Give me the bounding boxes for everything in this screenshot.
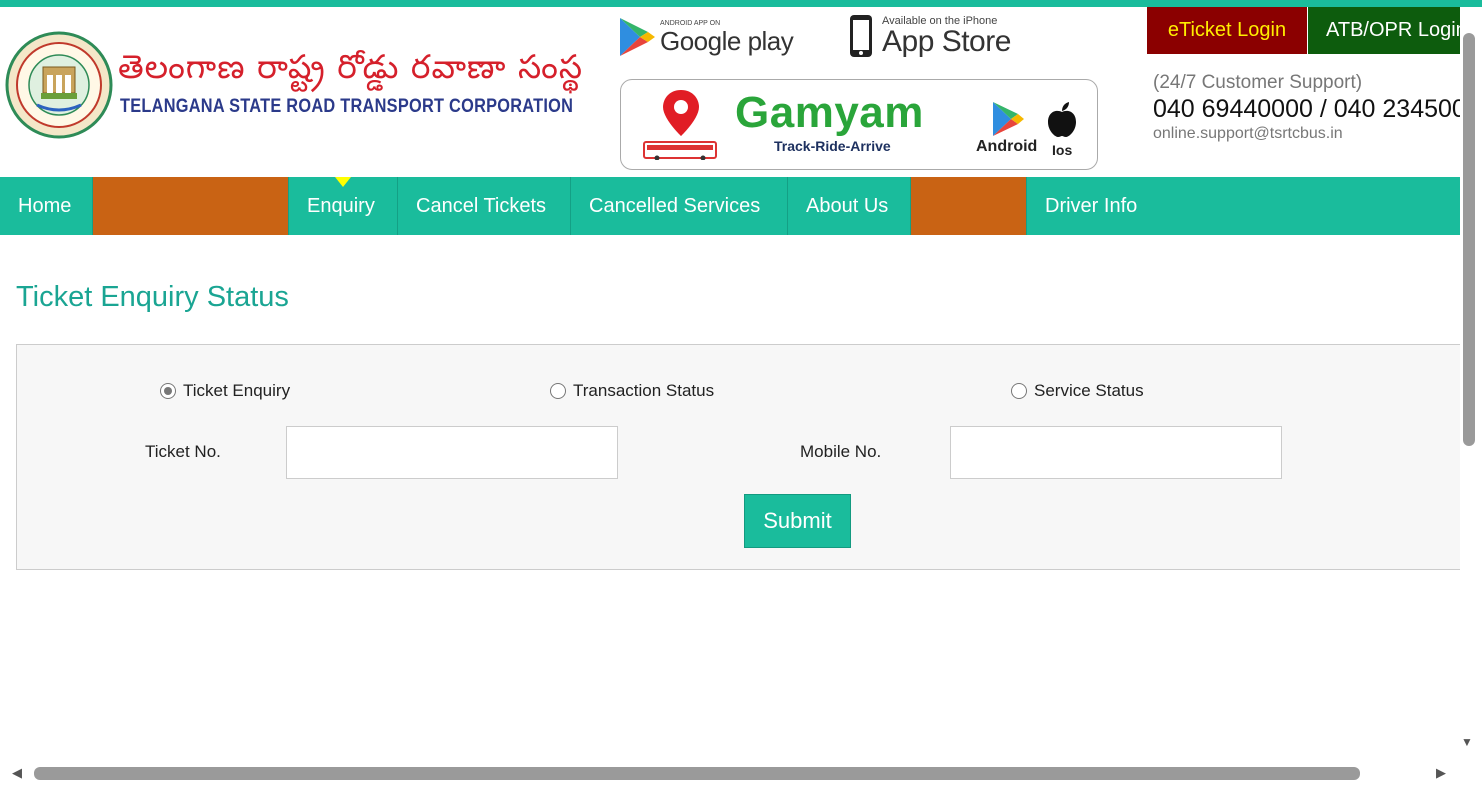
enquiry-form: Ticket Enquiry Transaction Status Servic… [16, 344, 1460, 570]
app-store-text: App Store [882, 25, 1011, 58]
scroll-down-icon[interactable]: ▼ [1461, 735, 1473, 749]
google-play-badge[interactable]: ANDROID APP ON Google play [618, 15, 794, 59]
google-play-text: Google play [660, 26, 794, 56]
nav-item-blank-1[interactable] [93, 177, 289, 235]
gamyam-banner[interactable]: Gamyam Track-Ride-Arrive Android Ios [620, 79, 1098, 170]
mobile-no-input[interactable] [950, 426, 1282, 479]
play-store-icon [993, 102, 1024, 136]
apple-icon [1048, 102, 1076, 137]
radio-ticket-enquiry-label: Ticket Enquiry [183, 381, 291, 400]
main-nav: Home Enquiry Cancel Tickets Cancelled Se… [0, 177, 1460, 235]
submit-button[interactable]: Submit [744, 494, 851, 548]
nav-enquiry[interactable]: Enquiry [289, 177, 398, 235]
nav-home[interactable]: Home [0, 177, 93, 235]
radio-unchecked-icon[interactable] [1011, 383, 1027, 399]
mobile-no-label: Mobile No. [800, 442, 882, 461]
gamyam-ios-label: Ios [1052, 142, 1073, 158]
nav-about-us[interactable]: About Us [788, 177, 911, 235]
nav-driver-info[interactable]: Driver Info [1027, 177, 1167, 235]
horizontal-scrollbar[interactable]: ◀ ▶ [0, 762, 1482, 785]
google-play-icon [620, 18, 655, 56]
gamyam-tagline: Track-Ride-Arrive [774, 138, 891, 154]
nav-cancelled-services[interactable]: Cancelled Services [571, 177, 788, 235]
radio-service-status[interactable]: Service Status [1011, 381, 1144, 401]
tsrtc-logo[interactable] [5, 31, 113, 139]
horizontal-scroll-thumb[interactable] [34, 767, 1360, 780]
ticket-no-label: Ticket No. [145, 442, 221, 461]
radio-ticket-enquiry[interactable]: Ticket Enquiry [160, 381, 290, 401]
support-phone: 040 69440000 / 040 23450033 [1153, 95, 1460, 123]
page-title: Ticket Enquiry Status [16, 281, 289, 313]
iphone-icon [850, 15, 872, 57]
nav-item-blank-2[interactable] [911, 177, 1027, 235]
radio-transaction-status-label: Transaction Status [573, 381, 715, 400]
gamyam-android-label: Android [976, 138, 1038, 155]
vertical-scrollbar[interactable]: ▲ ▼ [1460, 7, 1482, 762]
site-header: తెలంగాణ రాష్ట్ర రోడ్డు రవాణా సంస్థ TELAN… [0, 7, 1460, 177]
scroll-right-icon[interactable]: ▶ [1436, 765, 1446, 781]
org-name-english: TELANGANA STATE ROAD TRANSPORT CORPORATI… [120, 96, 574, 117]
atb-opr-login-button[interactable]: ATB/OPR Login [1308, 7, 1460, 54]
org-name-telugu: తెలంగాణ రాష్ట్ర రోడ్డు రవాణా సంస్థ [118, 47, 584, 86]
radio-checked-icon[interactable] [160, 383, 176, 399]
support-email[interactable]: online.support@tsrtcbus.in [1153, 125, 1343, 143]
customer-support-label: (24/7 Customer Support) [1153, 72, 1363, 93]
ticket-no-input[interactable] [286, 426, 618, 479]
radio-transaction-status[interactable]: Transaction Status [550, 381, 714, 401]
radio-unchecked-icon[interactable] [550, 383, 566, 399]
eticket-login-button[interactable]: eTicket Login [1147, 7, 1307, 54]
top-accent-bar [0, 0, 1482, 7]
radio-service-status-label: Service Status [1034, 381, 1144, 400]
app-store-badge[interactable]: Available on the iPhone App Store [848, 12, 1011, 60]
scroll-left-icon[interactable]: ◀ [12, 765, 22, 781]
gamyam-title: Gamyam [735, 88, 924, 137]
location-bus-icon [643, 90, 717, 160]
nav-cancel-tickets[interactable]: Cancel Tickets [398, 177, 571, 235]
vertical-scroll-thumb[interactable] [1463, 33, 1475, 446]
